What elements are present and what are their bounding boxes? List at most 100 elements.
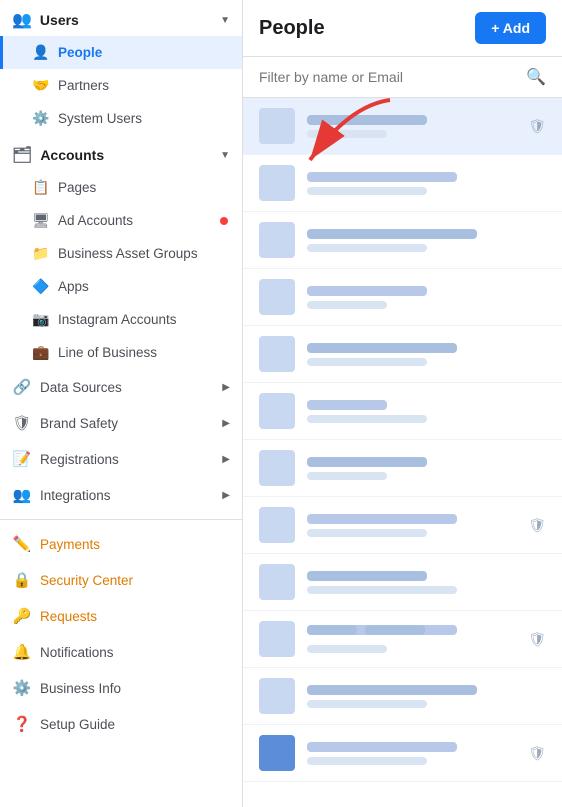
name-line: [307, 172, 457, 182]
integrations-arrow: ▶: [222, 490, 230, 501]
name-line: [307, 514, 457, 524]
sidebar-item-payments[interactable]: ✏️ Payments: [0, 526, 242, 562]
name-line: [307, 229, 477, 239]
sidebar-item-business-info[interactable]: ⚙️ Business Info: [0, 670, 242, 706]
name-block: [307, 229, 546, 252]
page-title: People: [259, 17, 325, 40]
sidebar-item-business-info-label: Business Info: [40, 681, 121, 696]
name-block: [307, 400, 546, 423]
sidebar-item-business-asset-groups[interactable]: 📁 Business Asset Groups: [0, 237, 242, 270]
sidebar-item-partners[interactable]: 🤝 Partners: [0, 69, 242, 102]
main-content: People + Add 🔍 🛡: [243, 0, 562, 807]
name-block: [307, 286, 546, 309]
sidebar-item-people[interactable]: 👤 People: [0, 36, 242, 69]
sidebar-item-instagram-accounts-label: Instagram Accounts: [58, 312, 177, 327]
sidebar-item-apps[interactable]: 🔷 Apps: [0, 270, 242, 303]
partners-icon: 🤝: [32, 77, 50, 94]
table-row[interactable]: 🛡: [243, 98, 562, 155]
sidebar-item-brand-safety[interactable]: 🛡 Brand Safety ▶: [0, 405, 242, 441]
sidebar-item-system-users[interactable]: ⚙️ System Users: [0, 102, 242, 135]
sidebar-item-security-center[interactable]: 🔒 Security Center: [0, 562, 242, 598]
avatar: [259, 222, 295, 258]
business-info-icon: ⚙️: [12, 679, 32, 697]
avatar: [259, 336, 295, 372]
sidebar-item-line-of-business[interactable]: 💼 Line of Business: [0, 336, 242, 369]
people-list: 🛡: [243, 98, 562, 807]
table-row[interactable]: [243, 212, 562, 269]
sub-line: [307, 244, 427, 252]
name-block: [307, 457, 546, 480]
name-line: [307, 685, 477, 695]
avatar: [259, 678, 295, 714]
avatar: [259, 450, 295, 486]
sidebar-item-pages[interactable]: 📋 Pages: [0, 171, 242, 204]
security-center-icon: 🔒: [12, 571, 32, 589]
avatar: [259, 108, 295, 144]
sidebar: 👥 Users ▼ 👤 People 🤝 Partners ⚙️ System …: [0, 0, 243, 807]
table-row[interactable]: [243, 326, 562, 383]
avatar: [259, 621, 295, 657]
accounts-section-icon: 🗂: [12, 145, 32, 165]
sidebar-item-security-center-label: Security Center: [40, 573, 133, 588]
table-row[interactable]: [243, 440, 562, 497]
table-row[interactable]: [243, 668, 562, 725]
setup-guide-icon: ❓: [12, 715, 32, 733]
avatar: [259, 165, 295, 201]
data-sources-arrow: ▶: [222, 382, 230, 393]
registrations-icon: 📝: [12, 450, 32, 468]
payments-icon: ✏️: [12, 535, 32, 553]
sidebar-item-notifications[interactable]: 🔔 Notifications: [0, 634, 242, 670]
search-bar: 🔍: [243, 57, 562, 98]
sidebar-item-ad-accounts[interactable]: 🖥 Ad Accounts: [0, 204, 242, 237]
users-section-header[interactable]: 👥 Users ▼: [0, 0, 242, 36]
table-row[interactable]: [243, 155, 562, 212]
add-button[interactable]: + Add: [475, 12, 546, 44]
sub-line: [307, 358, 427, 366]
name-line: [307, 286, 427, 296]
shield-icon: 🛡: [528, 631, 546, 648]
sub-line: [307, 757, 427, 765]
table-row[interactable]: 🛡: [243, 725, 562, 782]
name-line: [307, 343, 457, 353]
sidebar-item-registrations[interactable]: 📝 Registrations ▶: [0, 441, 242, 477]
system-users-icon: ⚙️: [32, 110, 50, 127]
sidebar-item-integrations[interactable]: 👥 Integrations ▶: [0, 477, 242, 513]
sub-line: [307, 472, 387, 480]
data-sources-icon: 🔗: [12, 378, 32, 396]
sidebar-item-ad-accounts-label: Ad Accounts: [58, 213, 133, 228]
sidebar-item-business-asset-groups-label: Business Asset Groups: [58, 246, 198, 261]
shield-icon: 🛡: [528, 745, 546, 762]
sidebar-item-setup-guide[interactable]: ❓ Setup Guide: [0, 706, 242, 742]
table-row[interactable]: 🛡: [243, 497, 562, 554]
notifications-icon: 🔔: [12, 643, 32, 661]
sub-line: [307, 700, 427, 708]
line-of-business-icon: 💼: [32, 344, 50, 361]
sidebar-item-pages-label: Pages: [58, 180, 96, 195]
accounts-section-header[interactable]: 🗂 Accounts ▼: [0, 135, 242, 171]
accounts-section-chevron: ▼: [220, 150, 230, 161]
sidebar-item-data-sources[interactable]: 🔗 Data Sources ▶: [0, 369, 242, 405]
name-block: [307, 625, 520, 653]
table-row[interactable]: [243, 269, 562, 326]
sidebar-item-integrations-label: Integrations: [40, 488, 111, 503]
brand-safety-arrow: ▶: [222, 418, 230, 429]
ad-accounts-dot-badge: [220, 217, 228, 225]
name-line: [307, 115, 427, 125]
sidebar-item-instagram-accounts[interactable]: 📷 Instagram Accounts: [0, 303, 242, 336]
avatar: [259, 393, 295, 429]
search-input[interactable]: [259, 69, 518, 85]
name-line: [307, 742, 457, 752]
requests-icon: 🔑: [12, 607, 32, 625]
sub-line: [307, 645, 387, 653]
name-block: [307, 571, 546, 594]
name-block: [307, 685, 546, 708]
sidebar-item-payments-label: Payments: [40, 537, 100, 552]
users-section-label: Users: [40, 12, 79, 28]
table-row[interactable]: [243, 383, 562, 440]
business-asset-groups-icon: 📁: [32, 245, 50, 262]
sidebar-item-requests[interactable]: 🔑 Requests: [0, 598, 242, 634]
search-icon[interactable]: 🔍: [526, 67, 546, 87]
shield-icon: 🛡: [528, 118, 546, 135]
table-row[interactable]: 🛡: [243, 611, 562, 668]
table-row[interactable]: [243, 554, 562, 611]
